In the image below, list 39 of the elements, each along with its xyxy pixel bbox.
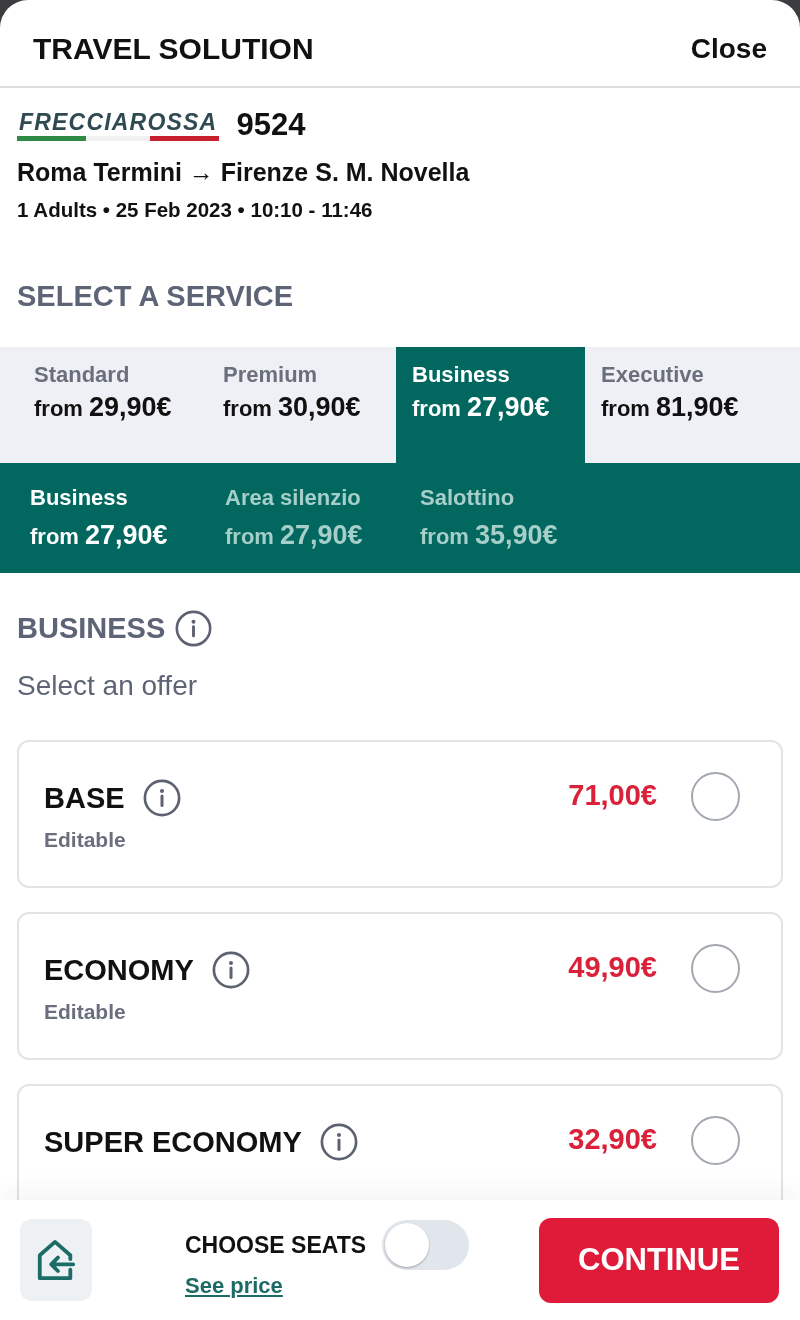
train-number: 9524 xyxy=(236,107,306,143)
offer-name: ECONOMY xyxy=(44,953,194,987)
service-tab[interactable]: Business from 27,90€ xyxy=(396,347,585,463)
class-tab[interactable]: Business from 27,90€ xyxy=(30,463,225,573)
offer-card[interactable]: ECONOMY Editable 49,90€ xyxy=(17,912,783,1060)
offer-name: BASE xyxy=(44,781,125,815)
house-arrow-icon xyxy=(35,1238,77,1282)
seats-toggle[interactable] xyxy=(382,1220,470,1270)
continue-button[interactable]: CONTINUE xyxy=(539,1217,779,1303)
class-tab[interactable]: Salottino from 35,90€ xyxy=(420,463,615,573)
class-tab[interactable]: Area silenzio from 27,90€ xyxy=(225,463,420,573)
offer-note: Editable xyxy=(44,827,127,853)
service-tab[interactable]: Standard from 29,90€ xyxy=(18,347,207,463)
info-icon[interactable] xyxy=(142,779,181,817)
seats-label: CHOOSE SEATS xyxy=(185,1231,367,1259)
exit-button[interactable] xyxy=(20,1219,92,1301)
offer-price: 49,90€ xyxy=(568,950,657,985)
section-heading: SELECT A SERVICE xyxy=(16,279,295,314)
service-tab[interactable]: Premium from 30,90€ xyxy=(207,347,396,463)
info-icon[interactable] xyxy=(211,951,250,989)
see-price-link[interactable]: See price xyxy=(185,1272,283,1300)
offer-card[interactable]: BASE Editable 71,00€ xyxy=(17,740,783,888)
info-icon[interactable] xyxy=(319,1123,358,1161)
sheet-title: TRAVEL SOLUTION xyxy=(33,32,314,66)
offer-price: 32,90€ xyxy=(568,1122,657,1157)
info-icon[interactable] xyxy=(175,609,213,647)
offer-note: Editable xyxy=(44,999,127,1025)
service-tab[interactable]: Executive from 81,90€ xyxy=(585,347,774,463)
radio-button[interactable] xyxy=(691,944,740,993)
offer-price: 71,00€ xyxy=(568,778,657,813)
offer-name: SUPER ECONOMY xyxy=(44,1125,302,1159)
trip-details: 1 Adults • 25 Feb 2023 • 10:10 - 11:46 xyxy=(17,197,374,223)
offer-card[interactable]: SUPER ECONOMY 32,90€ xyxy=(17,1084,783,1200)
offer-section-title: BUSINESS xyxy=(17,611,166,645)
close-button[interactable]: Close xyxy=(690,33,767,65)
offer-subtitle: Select an offer xyxy=(17,669,199,703)
radio-button[interactable] xyxy=(691,1116,740,1165)
route-text: Roma Termini → Firenze S. M. Novella xyxy=(17,157,471,188)
radio-button[interactable] xyxy=(691,772,740,821)
